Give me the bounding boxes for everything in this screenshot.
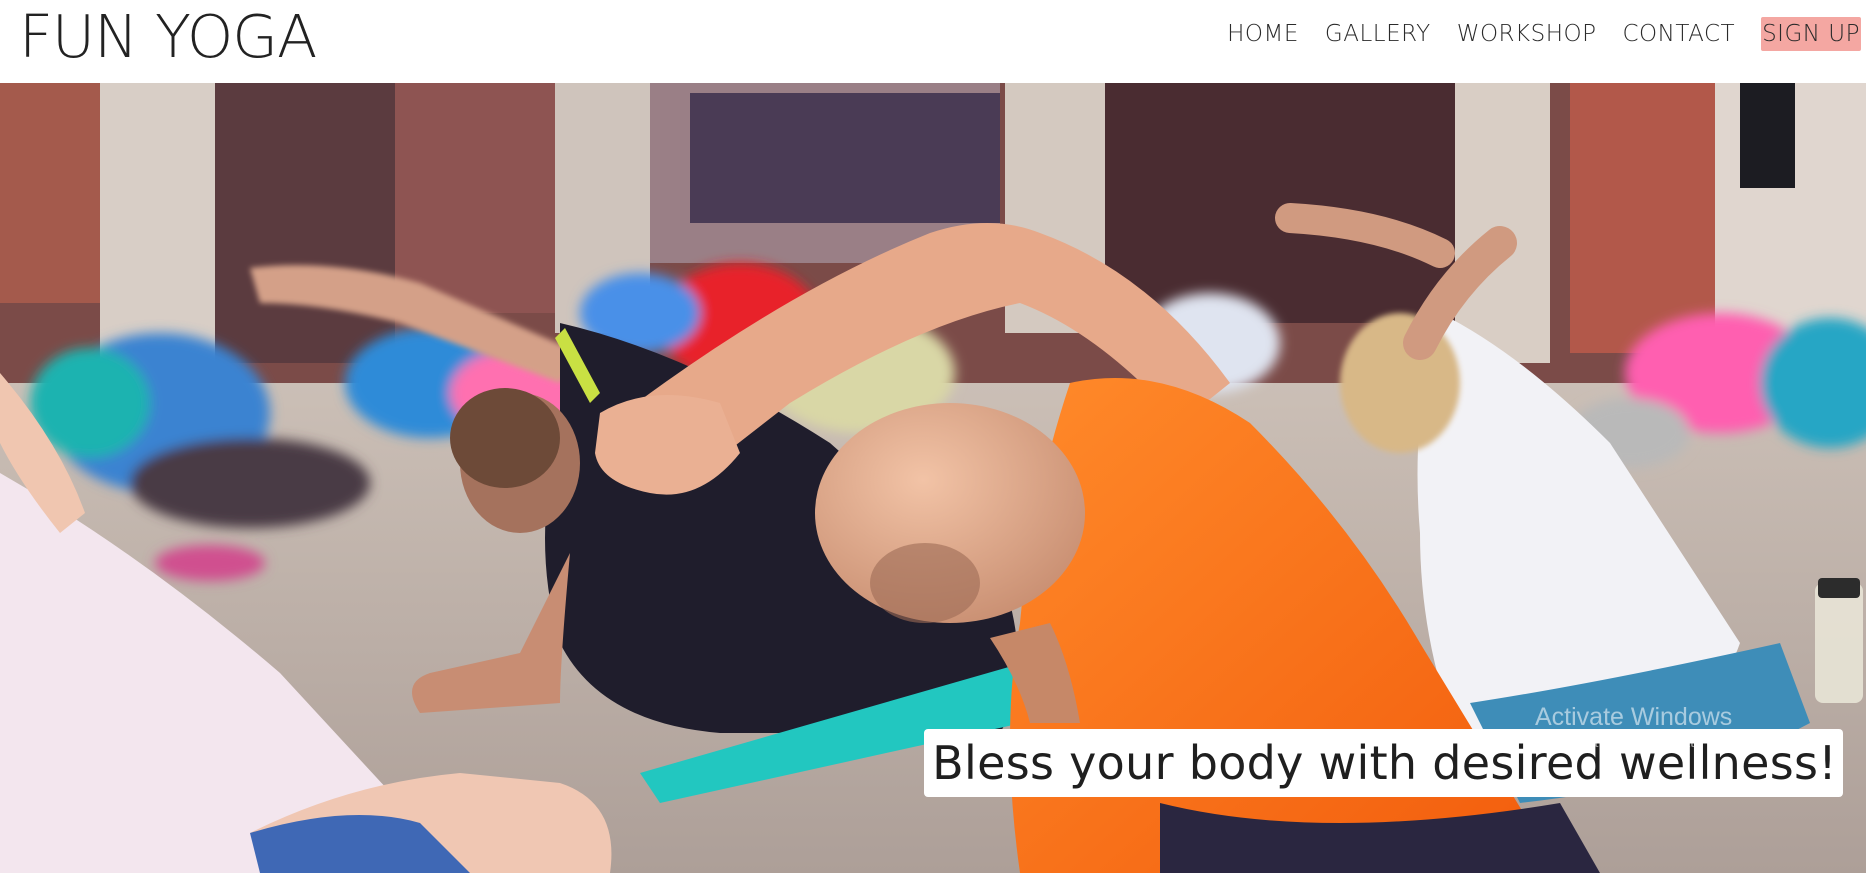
brand-logo[interactable]: FUN YOGA bbox=[19, 2, 317, 72]
nav-signup-button[interactable]: SIGN UP bbox=[1761, 17, 1861, 51]
page: FUN YOGA HOME GALLERY WORKSHOP CONTACT S… bbox=[0, 0, 1866, 873]
hero-tagline: Bless your body with desired wellness! bbox=[924, 729, 1843, 797]
nav-gallery-link[interactable]: GALLERY bbox=[1325, 17, 1431, 51]
main-nav: HOME GALLERY WORKSHOP CONTACT SIGN UP bbox=[1227, 17, 1861, 51]
site-header: FUN YOGA HOME GALLERY WORKSHOP CONTACT S… bbox=[0, 0, 1866, 83]
nav-contact-link[interactable]: CONTACT bbox=[1622, 17, 1735, 51]
nav-workshop-link[interactable]: WORKSHOP bbox=[1457, 17, 1597, 51]
nav-home-link[interactable]: HOME bbox=[1227, 17, 1299, 51]
hero-section: Bless your body with desired wellness! bbox=[0, 83, 1866, 873]
